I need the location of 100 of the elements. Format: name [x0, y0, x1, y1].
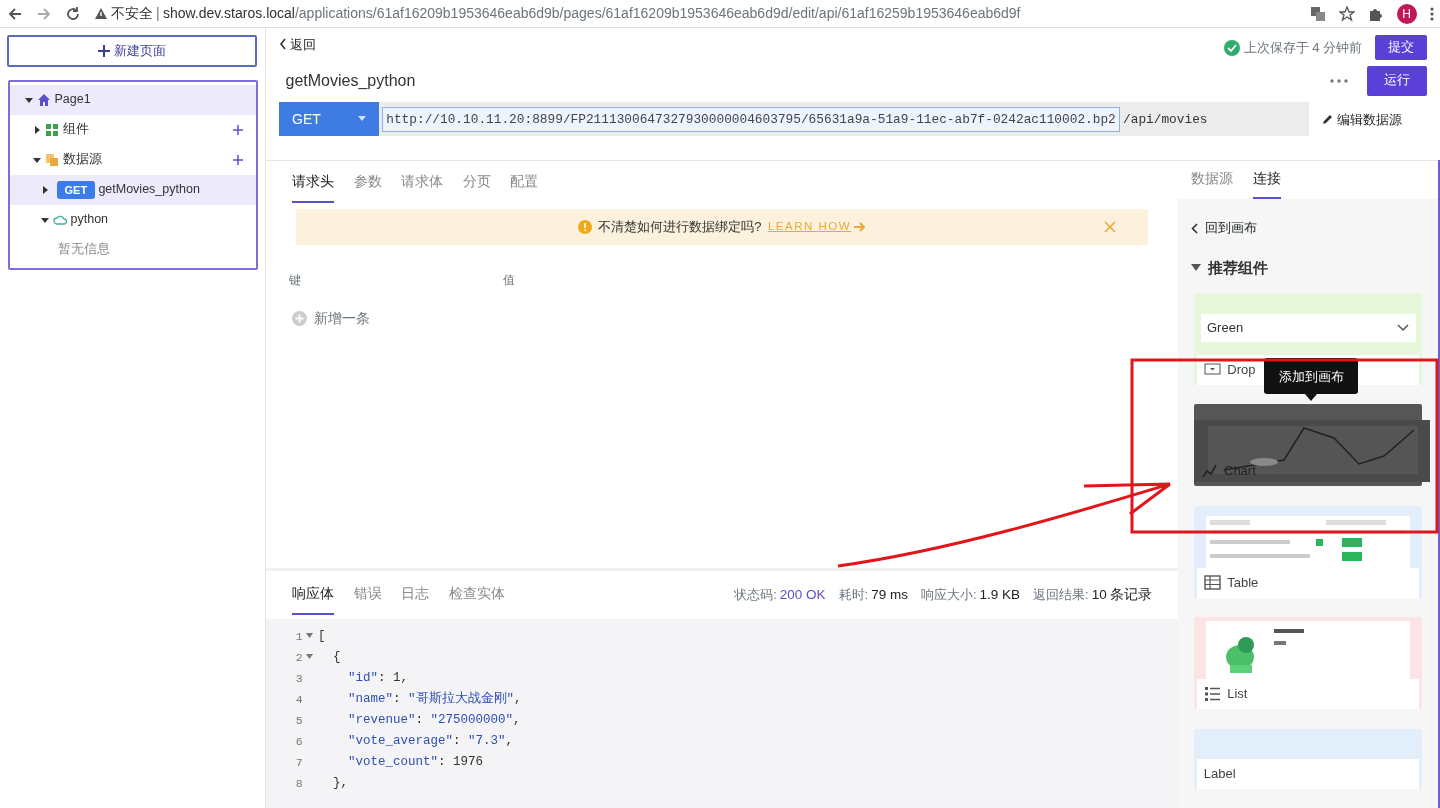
line-chart-icon: [1200, 463, 1218, 479]
menu-icon[interactable]: [1429, 5, 1434, 22]
caret-right-icon[interactable]: [40, 184, 50, 195]
card-label: Drop: [1227, 360, 1256, 379]
code-line: {: [332, 648, 341, 666]
pencil-icon: [1322, 113, 1334, 126]
component-card[interactable]: List: [1194, 617, 1422, 709]
card-label: Label: [1203, 764, 1236, 783]
line-number: 5: [294, 712, 304, 729]
grid-icon: [45, 122, 60, 137]
line-number: 1: [294, 628, 304, 645]
card-label: List: [1227, 685, 1248, 704]
request-tab[interactable]: 请求头: [292, 164, 334, 203]
tree-label: Page1: [54, 91, 92, 109]
translate-icon[interactable]: [1309, 5, 1326, 22]
caret-right-icon[interactable]: [32, 124, 42, 135]
code-line: "vote_count": 1976: [347, 753, 484, 771]
list-icon: [1203, 686, 1221, 702]
separator: |: [156, 4, 160, 23]
stat-value: 79 ms: [871, 586, 908, 605]
code-line: "name": "哥斯拉大战金刚",: [347, 690, 522, 708]
panel-tab[interactable]: 连接: [1252, 161, 1281, 200]
tree-label: 数据源: [62, 151, 103, 169]
avatar[interactable]: H: [1396, 3, 1417, 24]
response-tab[interactable]: 错误: [353, 576, 382, 615]
section-title: 推荐组件: [1207, 258, 1268, 278]
response-tab[interactable]: 响应体: [292, 576, 334, 615]
more-icon[interactable]: [1329, 78, 1348, 83]
tree-item[interactable]: 数据源: [10, 144, 256, 175]
card-label: Table: [1227, 573, 1259, 592]
back-icon[interactable]: [6, 5, 23, 22]
line-number: 4: [294, 691, 304, 708]
preview-value: Green: [1207, 318, 1244, 337]
back-to-canvas-link[interactable]: 回到画布: [1178, 218, 1438, 238]
request-tab[interactable]: 配置: [510, 164, 538, 203]
stat-value: 1.9 KB: [979, 586, 1021, 605]
stat-label: 状态码:: [734, 586, 777, 605]
url-field[interactable]: http://10.10.11.20:8899/FP2111300647327930000004603795/65631a9a-51a9-11ec-ab7f-0242ac110002.bp2: [382, 106, 1120, 132]
stat-label: 返回结果:: [1033, 586, 1089, 605]
code-line: "revenue": "275000000",: [347, 711, 521, 729]
alert-text: 不清楚如何进行数据绑定吗?: [598, 218, 762, 237]
fold-icon[interactable]: [306, 632, 314, 639]
tree-label: getMovies_python: [98, 181, 201, 199]
tree-item[interactable]: Page1: [10, 84, 256, 115]
chevron-down-icon: [1397, 323, 1409, 332]
section-header[interactable]: 推荐组件: [1178, 257, 1438, 280]
request-tab[interactable]: 分页: [462, 164, 491, 203]
line-number: 8: [294, 775, 304, 792]
tree-label: python: [70, 211, 110, 229]
folder-icon: [45, 152, 60, 167]
submit-button[interactable]: 提交: [1375, 34, 1427, 60]
fold-icon[interactable]: [306, 653, 314, 660]
table-icon: [1203, 574, 1221, 591]
empty-note: 暂无信息: [58, 241, 110, 259]
column-header: 键: [288, 272, 302, 289]
check-circle-icon: [1224, 39, 1241, 56]
warning-icon: [577, 220, 592, 234]
plus-icon: [96, 43, 111, 58]
response-tab[interactable]: 检查实体: [448, 576, 505, 615]
method-badge: GET: [56, 180, 96, 199]
url-path: /api/movies: [1123, 110, 1208, 129]
plus-circle-icon: [292, 311, 307, 327]
stat-label: 耗时:: [838, 586, 869, 605]
line-number: 3: [294, 670, 304, 687]
back-link[interactable]: 返回: [279, 34, 317, 54]
security-label: 不安全: [110, 4, 153, 23]
plus-icon[interactable]: [233, 154, 243, 165]
query-title: getMovies_python: [285, 70, 417, 91]
method-select[interactable]: GET: [279, 102, 379, 137]
tree-label: 组件: [62, 121, 90, 139]
stat-label: 响应大小:: [920, 586, 977, 605]
reload-icon[interactable]: [64, 5, 81, 22]
tree-item[interactable]: GET getMovies_python: [10, 174, 256, 205]
line-number: 6: [294, 733, 304, 750]
response-tab[interactable]: 日志: [401, 576, 429, 615]
panel-tab[interactable]: 数据源: [1191, 161, 1233, 200]
plus-icon[interactable]: [233, 124, 243, 135]
component-card[interactable]: Label: [1194, 728, 1422, 789]
line-number: 2: [294, 649, 304, 666]
component-card[interactable]: Table: [1194, 505, 1422, 598]
dropdown-icon: [1203, 361, 1221, 378]
run-button[interactable]: 运行: [1367, 65, 1427, 96]
stat-value: 200 OK: [779, 586, 826, 605]
column-header: 值: [502, 272, 515, 289]
warning-icon: [93, 7, 108, 20]
tree-item[interactable]: 组件: [10, 114, 256, 145]
star-icon[interactable]: [1338, 5, 1355, 22]
chevron-left-icon: [1191, 222, 1198, 234]
address-bar[interactable]: show.dev.staros.local/applications/61af16209b1953646eab6d9b/pages/61af16209b1953646eab6d9d/edit/api/61af16259b1953646eab6d9f: [162, 3, 1021, 24]
tooltip: 添加到画布: [1264, 358, 1358, 402]
caret-down-icon: [358, 116, 366, 123]
new-page-button[interactable]: 新建页面: [6, 34, 257, 67]
request-tab[interactable]: 参数: [353, 164, 382, 203]
code-line: "id": 1,: [347, 669, 409, 687]
add-row-link[interactable]: 新增一条: [272, 308, 1172, 329]
code-line: },: [332, 774, 348, 792]
tree-item[interactable]: python: [10, 204, 256, 235]
edit-datasource-link[interactable]: 编辑数据源: [1322, 109, 1403, 129]
save-status: 上次保存于 4 分钟前: [1243, 38, 1362, 57]
request-tab[interactable]: 请求体: [401, 164, 443, 203]
